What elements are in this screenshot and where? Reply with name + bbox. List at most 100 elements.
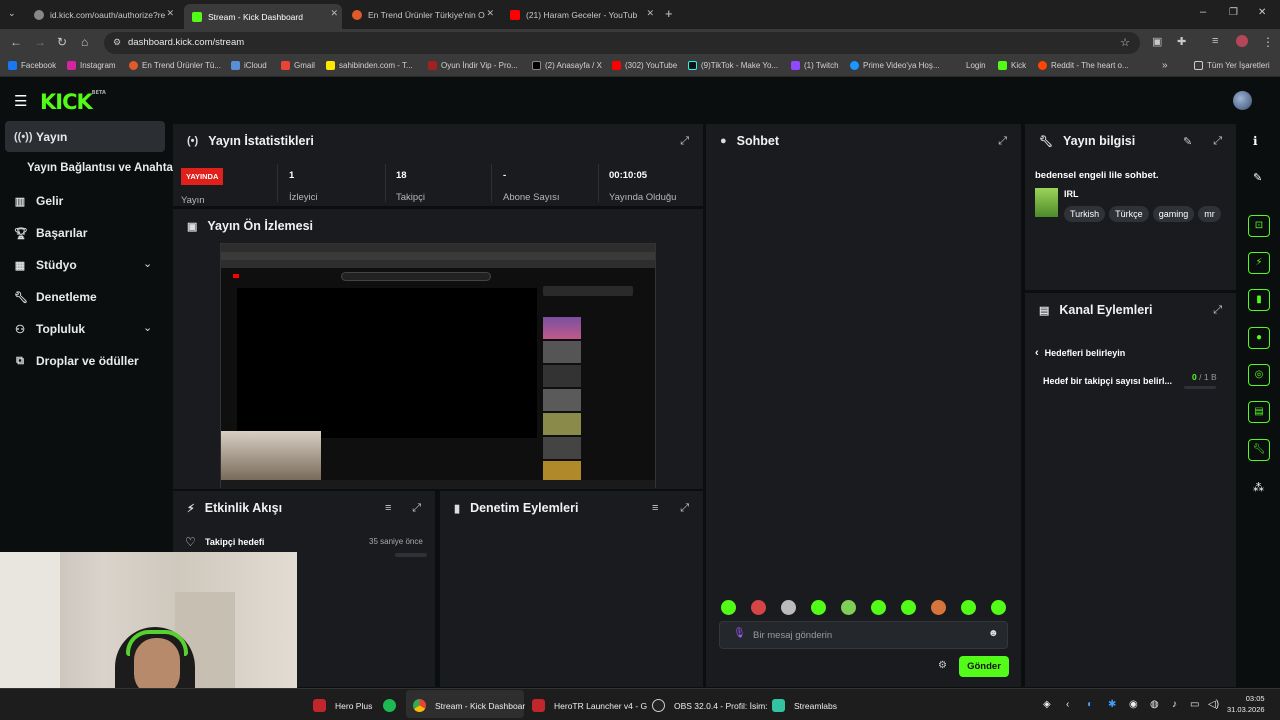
tag-chip[interactable]: Türkçe [1109, 206, 1149, 222]
edit-icon[interactable]: ✎ [1253, 171, 1262, 184]
sidebar-item-basarilar[interactable]: 🏆︎ Başarılar [14, 226, 87, 240]
close-icon[interactable]: ✕ [486, 8, 494, 19]
back-to-goals[interactable]: ‹ Hedefleri belirleyin [1035, 347, 1125, 359]
popout-icon[interactable]: ⤢ [1213, 304, 1222, 317]
sidebar-item-yayin[interactable]: ((•)) Yayın [14, 130, 67, 144]
sidebar-item-denetleme[interactable]: 🔧︎ Denetleme [14, 290, 97, 304]
emote-icon[interactable] [841, 600, 856, 615]
emote-icon[interactable] [901, 600, 916, 615]
all-bookmarks[interactable]: Tüm Yer İşaretleri [1194, 61, 1270, 70]
taskbar-chrome[interactable]: Stream - Kick Dashboar [413, 699, 525, 712]
bookmark-kick[interactable]: Kick [998, 61, 1026, 70]
bookmark-x[interactable]: (2) Anasayfa / X [532, 61, 602, 70]
bookmark-oyun[interactable]: Oyun İndir Vip - Pro... [428, 61, 518, 70]
hamburger-menu-icon[interactable]: ☰ [14, 92, 27, 110]
tray-icon[interactable]: ◈ [1043, 699, 1051, 710]
close-icon[interactable]: ✕ [330, 8, 338, 19]
filter-icon[interactable]: ≡ [652, 502, 658, 514]
chevron-down-icon[interactable]: ⌄ [143, 257, 152, 270]
emote-icon[interactable] [781, 600, 796, 615]
bookmark-tiktok[interactable]: (9)TikTok - Make Yo... [688, 61, 778, 70]
profile-avatar[interactable] [1236, 35, 1248, 47]
bookmark-prime[interactable]: Prime Video'ya Hoş... [850, 61, 940, 70]
sidebar-item-stream-key[interactable]: Yayın Bağlantısı ve Anahtarı [27, 162, 181, 174]
actions-icon[interactable]: ▤ [1248, 401, 1270, 423]
bookmark-instagram[interactable]: Instagram [67, 61, 116, 70]
taskbar-spotify[interactable] [383, 699, 405, 712]
maximize-icon[interactable]: ❐ [1229, 7, 1238, 18]
extension-icon[interactable]: ▣ [1152, 35, 1162, 48]
emote-icon[interactable] [961, 600, 976, 615]
edit-pencil-icon[interactable]: ✎ [1183, 135, 1192, 148]
bookmark-facebook[interactable]: Facebook [8, 61, 56, 70]
puzzle-icon[interactable]: ✚ [1177, 35, 1186, 48]
stream-preview-video[interactable] [220, 243, 656, 488]
bookmark-sahibinden[interactable]: sahibinden.com - T... [326, 61, 413, 70]
bookmark-trend[interactable]: En Trend Ürünler Tü... [129, 61, 221, 70]
info-icon[interactable]: ℹ [1253, 134, 1258, 148]
chat-icon[interactable]: ● [1248, 327, 1270, 349]
chevron-down-icon[interactable]: ⌄ [143, 321, 152, 334]
tag-chip[interactable]: Turkish [1064, 206, 1106, 222]
sidebar-item-droplar[interactable]: ⧉ Droplar ve ödüller [14, 354, 139, 368]
tray-icon[interactable]: ✱ [1108, 699, 1116, 710]
shield-icon[interactable]: ▮ [1248, 289, 1270, 311]
minimize-icon[interactable]: – [1200, 6, 1206, 18]
bookmark-login[interactable]: Login [966, 61, 986, 70]
chat-input[interactable]: 🎙︎ Bir mesaj gönderin ☻ [719, 621, 1008, 649]
popout-icon[interactable]: ⤢ [412, 502, 421, 515]
bookmark-twitch[interactable]: (1) Twitch [791, 61, 839, 70]
emoji-icon[interactable]: ☻ [988, 628, 999, 639]
menu-icon[interactable]: ⋮ [1262, 35, 1274, 49]
bookmark-reddit[interactable]: Reddit - The heart o... [1038, 61, 1129, 70]
microphone-icon[interactable]: 🎙︎ [733, 628, 746, 639]
taskbar-hero-plus[interactable]: Hero Plus [313, 699, 372, 712]
tab-trend[interactable]: En Trend Ürünler Türkiye'nin O ✕ [344, 4, 498, 26]
screen-icon[interactable]: ⊡ [1248, 215, 1270, 237]
send-button[interactable]: Gönder [959, 656, 1009, 677]
system-clock[interactable]: 03:05 31.03.2026 [1227, 693, 1265, 715]
emote-icon[interactable] [721, 600, 736, 615]
emote-icon[interactable] [751, 600, 766, 615]
window-close-icon[interactable]: ✕ [1258, 7, 1266, 18]
url-field[interactable]: ⚙ dashboard.kick.com/stream ☆ [104, 32, 1140, 54]
reload-icon[interactable]: ↻ [57, 35, 67, 49]
tray-gamepad-icon[interactable]: ◍ [1150, 699, 1159, 710]
tray-microphone-icon[interactable]: ♪ [1172, 699, 1177, 710]
bookmark-gmail[interactable]: Gmail [281, 61, 315, 70]
filter-icon[interactable]: ≡ [385, 502, 391, 514]
taskbar-streamlabs[interactable]: Streamlabs [772, 699, 837, 712]
tab-kick-dashboard[interactable]: Stream - Kick Dashboard ✕ [184, 4, 342, 29]
popout-icon[interactable]: ⤢ [680, 502, 689, 515]
sidebar-item-studyo[interactable]: ▦ Stüdyo [14, 258, 77, 272]
bookmark-youtube[interactable]: (302) YouTube [612, 61, 677, 70]
kick-logo[interactable]: KICKBETA [40, 90, 106, 114]
tab-youtube[interactable]: (21) Haram Geceler - YouTub ✕ [502, 4, 658, 26]
broadcast-icon[interactable]: ◎ [1248, 364, 1270, 386]
popout-icon[interactable]: ⤢ [998, 135, 1007, 148]
user-avatar[interactable] [1233, 91, 1252, 110]
back-icon[interactable]: ← [10, 35, 22, 49]
site-info-icon[interactable]: ⚙ [113, 37, 121, 48]
layout-icon[interactable]: ⁂ [1253, 481, 1264, 494]
sidebar-item-topluluk[interactable]: ⚇ Topluluk [14, 322, 85, 336]
tag-chip[interactable]: gaming [1152, 206, 1195, 222]
close-icon[interactable]: ✕ [646, 8, 654, 19]
tab-list-icon[interactable]: ⌄ [8, 8, 16, 19]
forward-icon[interactable]: → [34, 35, 46, 49]
bookmark-star-icon[interactable]: ☆ [1120, 36, 1130, 49]
sidebar-item-gelir[interactable]: ▥ Gelir [14, 194, 64, 208]
bookmark-icloud[interactable]: iCloud [231, 61, 267, 70]
emote-icon[interactable] [931, 600, 946, 615]
popout-icon[interactable]: ⤢ [1213, 135, 1222, 148]
home-icon[interactable]: ⌂ [81, 35, 88, 49]
new-tab-icon[interactable]: + [665, 6, 673, 21]
settings-gear-icon[interactable]: ⚙ [938, 660, 947, 671]
wrench-icon[interactable]: 🔧︎ [1248, 439, 1270, 461]
tray-icon[interactable]: ◐ [1087, 699, 1093, 710]
tab-oauth[interactable]: id.kick.com/oauth/authorize?re ✕ [26, 4, 178, 26]
tray-volume-icon[interactable]: ◁) [1208, 699, 1219, 710]
tag-chip[interactable]: mr [1198, 206, 1221, 222]
taskbar-obs[interactable]: OBS 32.0.4 - Profil: İsim: [652, 699, 768, 712]
emote-icon[interactable] [871, 600, 886, 615]
